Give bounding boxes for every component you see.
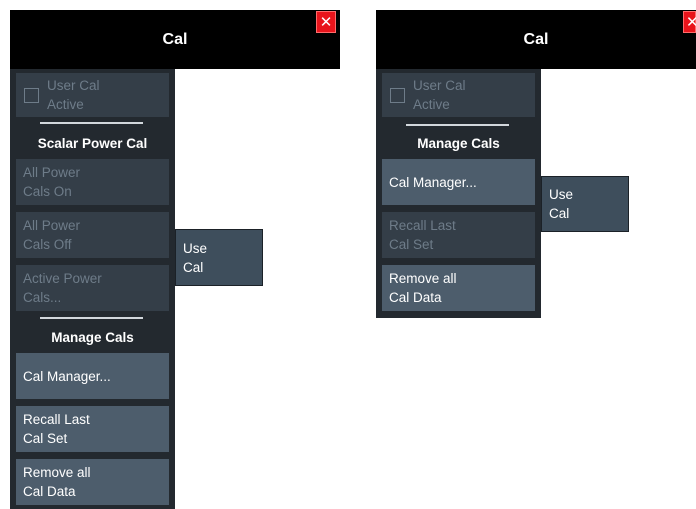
recall-line1: Recall Last [389, 218, 456, 233]
user-cal-label-line1: User Cal [413, 78, 466, 93]
remove-line2: Cal Data [389, 290, 442, 305]
all-power-cals-on-button[interactable]: All Power Cals On [16, 159, 169, 205]
cal-manager-label: Cal Manager... [23, 368, 111, 384]
use-cal-line2: Cal [183, 259, 204, 275]
left-user-cal-active-checkbox[interactable]: User Cal Active [16, 73, 169, 117]
recall-line2: Cal Set [389, 237, 434, 252]
remove-line1: Remove all [389, 271, 457, 286]
separator [40, 317, 143, 319]
left-cal-manager-button[interactable]: Cal Manager... [16, 353, 169, 399]
use-cal-line2: Cal [549, 206, 570, 221]
all-on-line2: Cals On [23, 184, 72, 199]
right-manage-cals-heading: Manage Cals [417, 136, 500, 151]
right-user-cal-active-checkbox[interactable]: User Cal Active [382, 73, 535, 117]
separator [40, 122, 143, 124]
right-softkey-panel: User Cal Active Manage Cals Cal Manager.… [376, 69, 541, 318]
left-title-bar: Cal [10, 10, 340, 69]
user-cal-label-line2: Active [47, 97, 84, 112]
active-power-cals-button[interactable]: Active Power Cals... [16, 265, 169, 311]
checkbox-icon[interactable] [24, 87, 39, 103]
left-close-button[interactable]: ✕ [316, 11, 336, 33]
right-remove-all-cal-data-button[interactable]: Remove all Cal Data [382, 265, 535, 311]
left-title: Cal [162, 30, 188, 48]
right-title-bar: Cal [376, 10, 696, 69]
right-cal-manager-button[interactable]: Cal Manager... [382, 159, 535, 205]
user-cal-label-line2: Active [413, 97, 450, 112]
left-remove-all-cal-data-button[interactable]: Remove all Cal Data [16, 459, 169, 505]
right-use-cal-button[interactable]: Use Cal [541, 176, 629, 232]
left-softkey-panel: User Cal Active Scalar Power Cal All Pow… [10, 69, 175, 509]
left-use-cal-button[interactable]: Use Cal [175, 229, 263, 286]
user-cal-label-line1: User Cal [47, 78, 100, 93]
close-icon: ✕ [686, 14, 696, 31]
left-scalar-power-cal-heading: Scalar Power Cal [37, 136, 148, 151]
all-power-cals-off-button[interactable]: All Power Cals Off [16, 212, 169, 258]
remove-line1: Remove all [23, 465, 91, 480]
all-on-line1: All Power [23, 165, 81, 180]
remove-line2: Cal Data [23, 484, 76, 499]
checkbox-icon[interactable] [390, 87, 405, 103]
close-icon: ✕ [319, 14, 333, 31]
recall-line1: Recall Last [23, 412, 90, 427]
active-power-line2: Cals... [23, 290, 62, 305]
right-recall-last-cal-set-button[interactable]: Recall Last Cal Set [382, 212, 535, 258]
all-off-line2: Cals Off [23, 237, 72, 252]
left-manage-cals-heading: Manage Cals [51, 330, 134, 345]
active-power-line1: Active Power [23, 271, 102, 286]
use-cal-line1: Use [183, 240, 208, 256]
all-off-line1: All Power [23, 218, 81, 233]
left-recall-last-cal-set-button[interactable]: Recall Last Cal Set [16, 406, 169, 452]
right-title: Cal [523, 30, 549, 48]
separator [406, 124, 509, 126]
cal-manager-label: Cal Manager... [389, 174, 477, 190]
recall-line2: Cal Set [23, 431, 68, 446]
use-cal-line1: Use [549, 187, 574, 202]
right-close-button[interactable]: ✕ [683, 11, 696, 33]
